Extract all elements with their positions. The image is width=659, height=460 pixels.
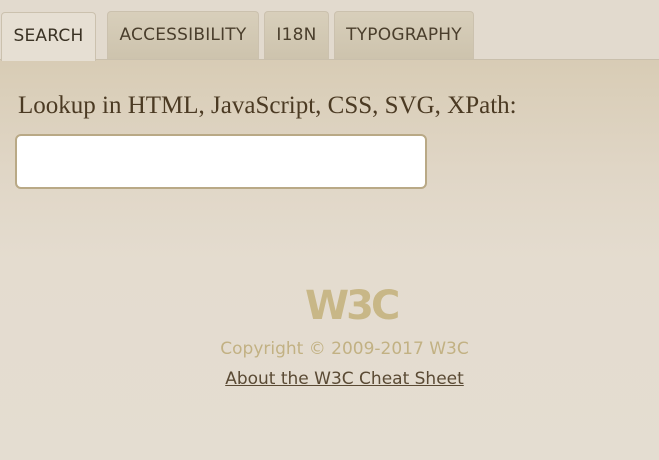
about-link-row: About the W3C Cheat Sheet (0, 369, 659, 389)
w3c-logo: W3C (305, 283, 400, 329)
tab-divider (0, 59, 659, 60)
tab-bar (0, 0, 659, 60)
about-link[interactable]: About the W3C Cheat Sheet (225, 369, 464, 389)
tab-search[interactable]: SEARCH (1, 12, 96, 61)
copyright-text: Copyright © 2009-2017 W3C (220, 339, 469, 359)
search-input[interactable] (15, 134, 427, 189)
tab-typography[interactable]: TYPOGRAPHY (334, 11, 474, 59)
search-label: Lookup in HTML, JavaScript, CSS, SVG, XP… (18, 92, 517, 119)
tab-accessibility[interactable]: ACCESSIBILITY (107, 11, 259, 59)
tab-i18n[interactable]: I18N (264, 11, 329, 59)
main-content (0, 60, 659, 460)
